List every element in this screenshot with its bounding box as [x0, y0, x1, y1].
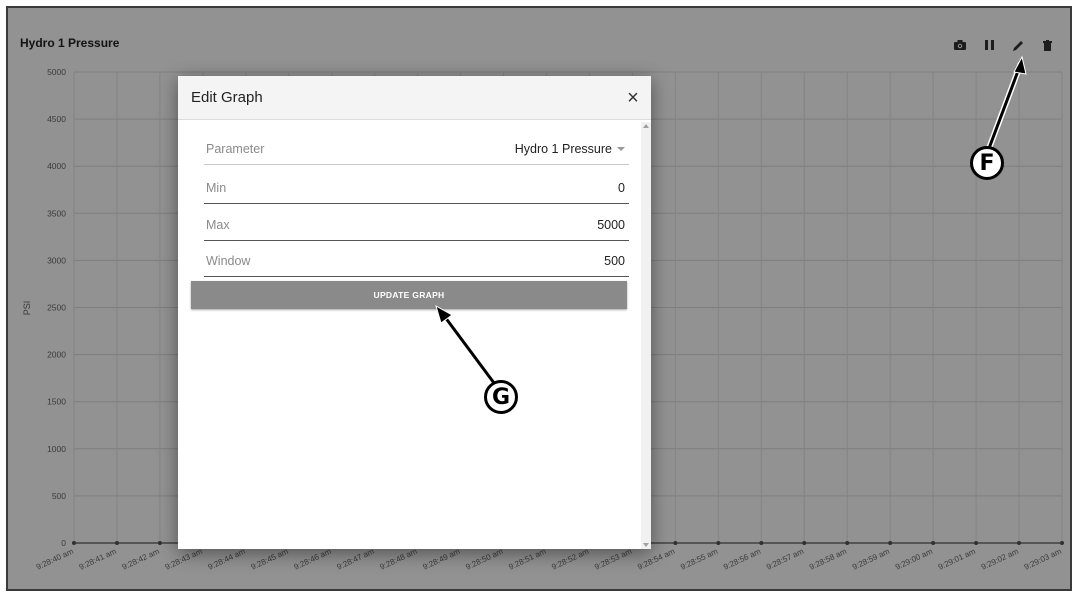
parameter-value: Hydro 1 Pressure	[514, 141, 612, 156]
scroll-up-icon[interactable]	[643, 124, 649, 128]
chevron-down-icon	[617, 146, 625, 151]
parameter-select[interactable]: Parameter Hydro 1 Pressure	[204, 133, 629, 165]
min-label: Min	[206, 180, 227, 195]
screenshot-frame: 5000 4500 4000 3500 3000 2500 2000 1500 1000 500 0…	[6, 6, 1072, 591]
min-field[interactable]: Min 0	[204, 172, 629, 204]
dialog-scrollbar[interactable]	[641, 122, 651, 549]
parameter-label: Parameter	[206, 141, 265, 156]
min-value[interactable]: 0	[618, 181, 625, 195]
dialog-header: Edit Graph ×	[178, 76, 651, 120]
scroll-down-icon[interactable]	[643, 543, 649, 547]
window-field[interactable]: Window 500	[204, 245, 629, 277]
callout-f: F	[970, 146, 1004, 180]
window-label: Window	[206, 253, 251, 268]
update-graph-button[interactable]: UPDATE GRAPH	[191, 281, 627, 309]
parameter-selected: Hydro 1 Pressure	[515, 142, 625, 156]
dialog-body: Parameter Hydro 1 Pressure Min 0 Max 500…	[178, 122, 641, 549]
max-field[interactable]: Max 5000	[204, 209, 629, 241]
max-label: Max	[206, 217, 230, 232]
window-value[interactable]: 500	[604, 254, 625, 268]
callout-g: G	[484, 380, 518, 414]
close-icon[interactable]: ×	[623, 88, 643, 108]
edit-graph-dialog: Edit Graph × Parameter Hydro 1 Pressure …	[178, 76, 651, 549]
max-value[interactable]: 5000	[597, 218, 625, 232]
dialog-title: Edit Graph	[191, 89, 263, 106]
